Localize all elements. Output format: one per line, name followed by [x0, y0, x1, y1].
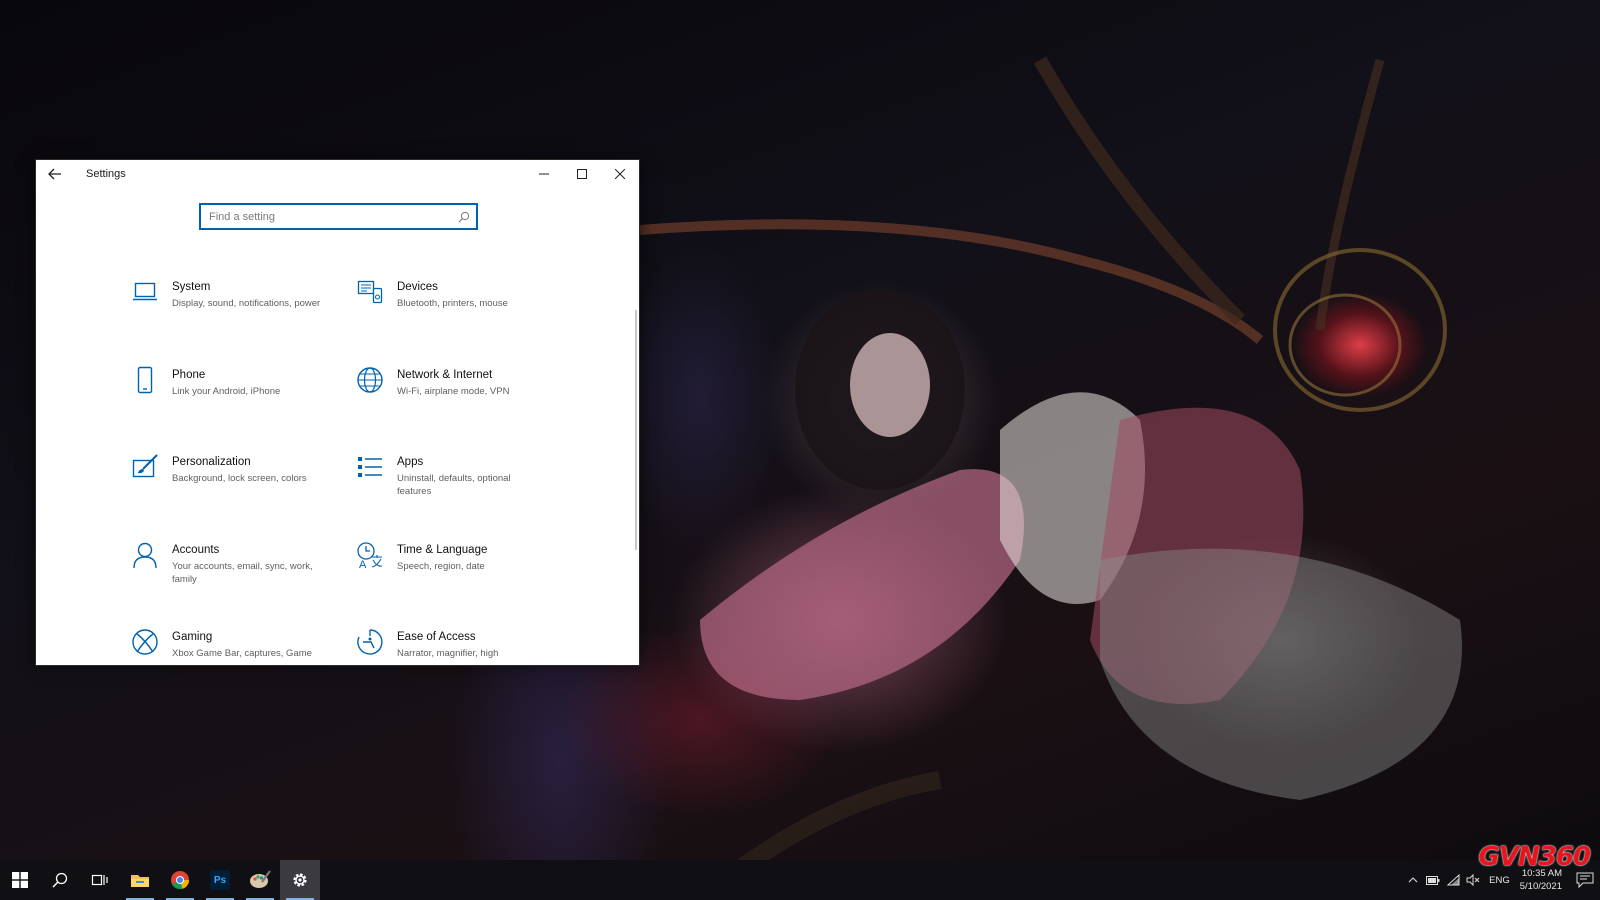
category-title: Personalization	[172, 456, 251, 468]
back-button[interactable]	[36, 160, 74, 188]
category-system[interactable]: System Display, sound, notifications, po…	[131, 280, 356, 368]
phone-icon	[131, 366, 159, 394]
category-title: Phone	[172, 368, 206, 381]
settings-taskbar-button[interactable]	[280, 860, 320, 900]
svg-text:A: A	[359, 559, 367, 569]
category-personalization-text: Personalization Background, lock screen,…	[172, 455, 322, 485]
battery-button[interactable]	[1423, 860, 1443, 900]
category-description: Xbox Game Bar, captures, Game	[172, 648, 312, 659]
category-apps-text: Apps Uninstall, defaults, optional featu…	[397, 455, 547, 498]
category-gaming-text: Gaming Xbox Game Bar, captures, Game	[172, 630, 322, 660]
paint-button[interactable]	[240, 860, 280, 900]
settings-window: Settings System Display, soun	[35, 159, 640, 666]
category-description: Speech, region, date	[397, 560, 485, 572]
category-title: Accounts	[172, 543, 220, 556]
photoshop-icon: Ps	[210, 870, 230, 890]
apps-list-icon	[356, 453, 384, 481]
caption-buttons	[525, 160, 639, 188]
category-description: Your accounts, email, sync, work, family	[172, 560, 313, 585]
category-accounts[interactable]: Accounts Your accounts, email, sync, wor…	[131, 541, 356, 631]
close-icon	[615, 169, 625, 179]
speaker-muted-icon	[1466, 874, 1480, 886]
maximize-icon	[577, 169, 587, 179]
category-description: Link your Android, iPhone	[172, 385, 281, 397]
maximize-button[interactable]	[563, 160, 601, 188]
category-personalization[interactable]: Personalization Background, lock screen,…	[131, 453, 356, 543]
category-description: Wi-Fi, airplane mode, VPN	[397, 385, 510, 397]
search-icon	[52, 872, 68, 888]
file-explorer-icon	[131, 875, 149, 887]
category-apps[interactable]: Apps Uninstall, defaults, optional featu…	[356, 455, 581, 543]
title-bar[interactable]: Settings	[36, 160, 639, 188]
category-ease-of-access-text: Ease of Access Narrator, magnifier, high	[397, 630, 547, 660]
category-description: Bluetooth, printers, mouse	[397, 298, 508, 309]
xbox-icon	[131, 628, 159, 656]
category-network[interactable]: Network & Internet Wi-Fi, airplane mode,…	[356, 366, 581, 456]
category-network-text: Network & Internet Wi-Fi, airplane mode,…	[397, 368, 547, 398]
category-title: Gaming	[172, 631, 213, 643]
category-description: Uninstall, defaults, optional features	[397, 473, 511, 497]
category-phone[interactable]: Phone Link your Android, iPhone	[131, 366, 356, 456]
paintbrush-icon	[131, 453, 159, 481]
clock-date: 5/10/2021	[1519, 881, 1562, 892]
time-language-icon: A	[356, 541, 384, 569]
file-explorer-button[interactable]	[120, 860, 160, 900]
category-system-text: System Display, sound, notifications, po…	[172, 280, 322, 310]
minimize-button[interactable]	[525, 160, 563, 188]
back-arrow-icon	[48, 168, 61, 180]
category-gaming[interactable]: Gaming Xbox Game Bar, captures, Game	[131, 628, 356, 665]
scrollbar[interactable]	[635, 310, 637, 550]
search-box[interactable]	[199, 203, 478, 230]
wifi-icon	[1446, 874, 1460, 886]
network-button[interactable]	[1443, 860, 1463, 900]
category-phone-text: Phone Link your Android, iPhone	[172, 368, 322, 398]
category-time-language[interactable]: A Time & Language Speech, region, date	[356, 541, 581, 631]
minimize-icon	[539, 173, 549, 175]
taskbar: Ps ENG 10:35 AM 5/10/2021	[0, 860, 1600, 900]
category-ease-of-access[interactable]: Ease of Access Narrator, magnifier, high	[356, 628, 581, 665]
category-title: Apps	[397, 456, 424, 468]
category-devices[interactable]: Devices Bluetooth, printers, mouse	[356, 280, 581, 368]
category-accounts-text: Accounts Your accounts, email, sync, wor…	[172, 543, 322, 586]
input-language-indicator[interactable]: ENG	[1489, 875, 1510, 886]
category-time-language-text: Time & Language Speech, region, date	[397, 543, 547, 573]
show-hidden-icons-button[interactable]	[1403, 860, 1423, 900]
close-button[interactable]	[601, 160, 639, 188]
chevron-up-icon	[1408, 877, 1418, 883]
paint-icon	[250, 870, 271, 888]
category-title: Time & Language	[397, 543, 488, 556]
search-input[interactable]	[209, 210, 458, 223]
category-title: Network & Internet	[397, 368, 493, 381]
photoshop-button[interactable]: Ps	[200, 860, 240, 900]
settings-gear-icon	[293, 873, 307, 887]
notification-icon	[1576, 872, 1594, 888]
person-icon	[131, 541, 159, 569]
watermark-logo: GVN360	[1478, 842, 1591, 872]
search-icon[interactable]	[458, 211, 470, 223]
task-view-button[interactable]	[80, 860, 120, 900]
category-title: System	[172, 281, 211, 293]
category-devices-text: Devices Bluetooth, printers, mouse	[397, 280, 547, 310]
laptop-icon	[131, 278, 159, 306]
globe-icon	[356, 366, 384, 394]
taskbar-search-button[interactable]	[40, 860, 80, 900]
category-description: Display, sound, notifications, power	[172, 298, 321, 309]
settings-category-grid: System Display, sound, notifications, po…	[131, 280, 581, 665]
category-description: Narrator, magnifier, high	[397, 648, 499, 659]
start-icon	[12, 872, 28, 888]
start-button[interactable]	[0, 860, 40, 900]
ease-of-access-icon	[356, 628, 384, 656]
devices-icon	[356, 278, 384, 306]
category-title: Devices	[397, 281, 438, 293]
chrome-icon	[171, 871, 190, 890]
window-title: Settings	[86, 168, 126, 180]
battery-icon	[1426, 875, 1440, 885]
chrome-button[interactable]	[160, 860, 200, 900]
category-title: Ease of Access	[397, 631, 476, 643]
task-view-icon	[91, 874, 108, 886]
category-description: Background, lock screen, colors	[172, 473, 307, 484]
